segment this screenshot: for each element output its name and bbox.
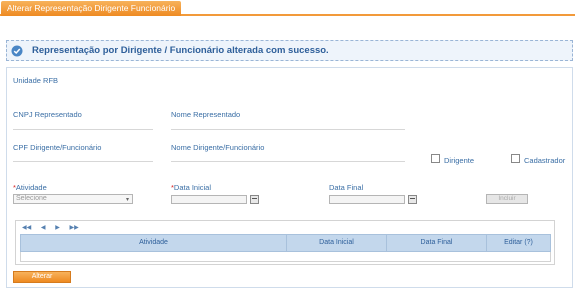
- tab-bar: Alterar Representação Dirigente Funcioná…: [0, 0, 575, 16]
- data-final-label: Data Final: [329, 183, 364, 192]
- col-atividade[interactable]: Atividade: [21, 235, 287, 251]
- dirigente-checkbox[interactable]: [431, 154, 440, 163]
- cadastrador-checkbox[interactable]: [511, 154, 520, 163]
- success-message: Representação por Dirigente / Funcionári…: [6, 40, 573, 61]
- cnpj-representado-label: CNPJ Representado: [13, 110, 82, 119]
- cpf-dirigente-label: CPF Dirigente/Funcionário: [13, 143, 102, 152]
- table-row: [20, 252, 551, 262]
- incluir-button[interactable]: Incluir: [486, 194, 528, 204]
- next-page-icon[interactable]: ▶: [55, 225, 60, 231]
- last-page-icon[interactable]: ▶▶: [70, 225, 79, 231]
- representation-form: Unidade RFB CNPJ Representado Nome Repre…: [6, 67, 573, 288]
- col-data-inicial[interactable]: Data Inicial: [287, 235, 387, 251]
- cnpj-representado-value: [13, 129, 153, 130]
- cadastrador-checkbox-label: Cadastrador: [524, 156, 566, 165]
- atividade-select[interactable]: Selecione ▾: [13, 194, 133, 204]
- tab-alterar-representacao[interactable]: Alterar Representação Dirigente Funcioná…: [1, 1, 182, 16]
- unidade-rfb-label: Unidade RFB: [13, 76, 59, 85]
- cpf-dirigente-value: [13, 161, 153, 162]
- nome-representado-label: Nome Representado: [171, 110, 241, 119]
- nome-representado-value: [171, 129, 405, 130]
- chevron-down-icon: ▾: [125, 197, 129, 203]
- calendar-icon[interactable]: [250, 195, 259, 204]
- nome-dirigente-label: Nome Dirigente/Funcionário: [171, 143, 265, 152]
- grid-header: Atividade Data Inicial Data Final Editar…: [20, 234, 551, 252]
- data-inicial-input[interactable]: [171, 195, 247, 204]
- grid-pager: ◀◀ ◀ ▶ ▶▶: [22, 224, 87, 231]
- data-inicial-label: *Data Inicial: [171, 183, 212, 192]
- atividades-grid: ◀◀ ◀ ▶ ▶▶ Atividade Data Inicial Data Fi…: [15, 220, 555, 265]
- col-data-final[interactable]: Data Final: [387, 235, 487, 251]
- check-circle-icon: [11, 45, 23, 57]
- atividade-label: *Atividade: [13, 183, 47, 192]
- nome-dirigente-value: [171, 161, 405, 162]
- success-message-text: Representação por Dirigente / Funcionári…: [32, 45, 329, 56]
- dirigente-checkbox-label: Dirigente: [444, 156, 475, 165]
- first-page-icon[interactable]: ◀◀: [22, 225, 31, 231]
- alterar-button[interactable]: Alterar: [13, 271, 71, 283]
- data-final-input[interactable]: [329, 195, 405, 204]
- calendar-icon[interactable]: [408, 195, 417, 204]
- prev-page-icon[interactable]: ◀: [41, 225, 46, 231]
- col-editar[interactable]: Editar (?): [487, 235, 550, 251]
